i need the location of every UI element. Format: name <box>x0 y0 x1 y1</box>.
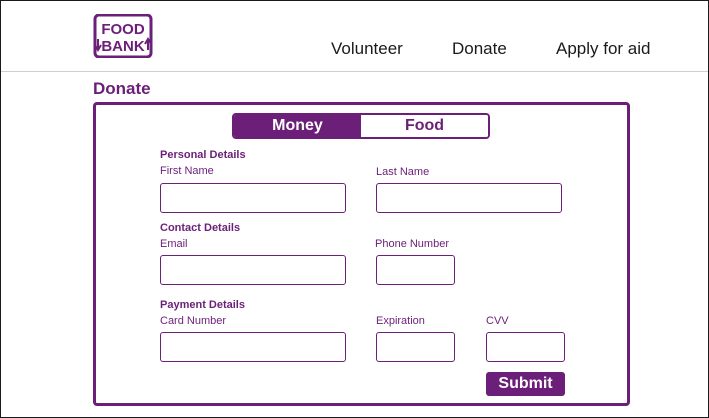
expiration-field[interactable] <box>376 332 455 362</box>
submit-button[interactable]: Submit <box>486 372 565 396</box>
card-number-field[interactable] <box>160 332 346 362</box>
phone-number-label: Phone Number <box>375 238 449 250</box>
email-label: Email <box>160 238 188 250</box>
card-number-label: Card Number <box>160 315 227 327</box>
first-name-label: First Name <box>160 165 214 177</box>
cvv-label: CVV <box>486 315 509 327</box>
nav-volunteer[interactable]: Volunteer <box>331 39 403 59</box>
logo-line1: FOOD <box>101 21 144 38</box>
page-title: Donate <box>93 79 151 98</box>
cvv-field[interactable] <box>486 332 565 362</box>
expiration-label: Expiration <box>376 315 425 327</box>
food-bank-logo[interactable]: FOOD BANK <box>93 14 153 58</box>
site-header: FOOD BANK Volunteer Donate Apply for aid <box>1 1 708 72</box>
tab-money[interactable]: Money <box>234 115 361 137</box>
personal-details-heading: Personal Details <box>160 149 246 161</box>
first-name-field[interactable] <box>160 183 346 213</box>
tab-food[interactable]: Food <box>361 115 488 137</box>
last-name-field[interactable] <box>376 183 562 213</box>
last-name-label: Last Name <box>376 166 430 178</box>
donation-type-tabs: Money Food <box>232 113 490 139</box>
nav-apply-for-aid[interactable]: Apply for aid <box>556 39 651 59</box>
phone-number-field[interactable] <box>376 255 455 285</box>
email-field[interactable] <box>160 255 346 285</box>
logo-line2: BANK <box>101 38 144 55</box>
payment-details-heading: Payment Details <box>160 299 245 311</box>
contact-details-heading: Contact Details <box>160 222 241 234</box>
nav-donate[interactable]: Donate <box>452 39 507 59</box>
